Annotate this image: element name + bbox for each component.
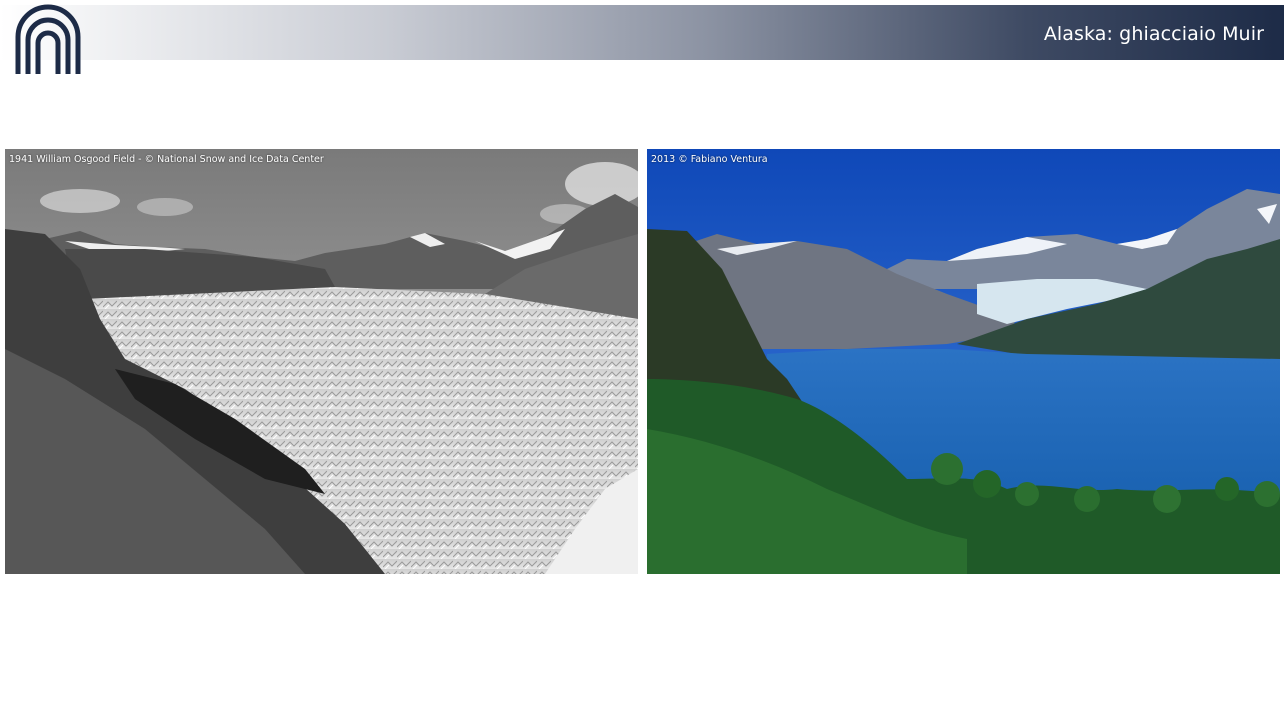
slide-title: Alaska: ghiacciaio Muir: [1043, 23, 1264, 45]
photo-caption-1941: 1941 William Osgood Field - © National S…: [9, 154, 324, 165]
glacier-1941-photo: 1941 William Osgood Field - © National S…: [5, 149, 638, 574]
title-bar: Alaska: ghiacciaio Muir: [0, 5, 1284, 60]
inlet-2013-photo: 2013 © Fabiano Ventura: [647, 149, 1280, 574]
cnr-logo-icon: [6, 3, 84, 77]
slide: Alaska: ghiacciaio Muir 1941 William Osg…: [0, 0, 1284, 719]
photo-caption-2013: 2013 © Fabiano Ventura: [651, 154, 768, 165]
